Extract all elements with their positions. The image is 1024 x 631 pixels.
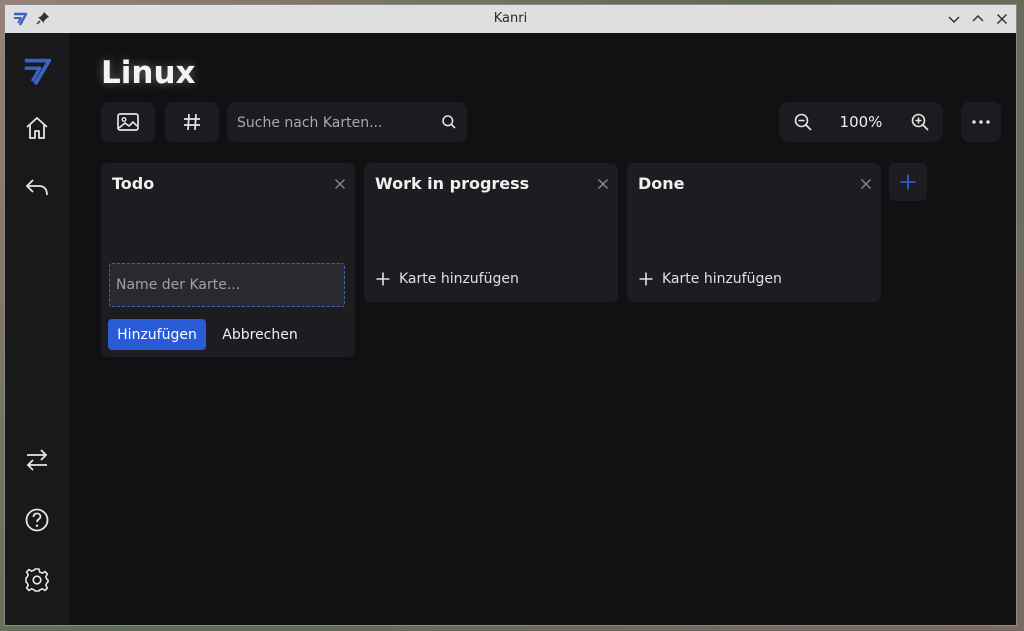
add-column-button[interactable] [889, 163, 927, 201]
hash-icon [184, 113, 200, 131]
sidebar-item-settings[interactable] [21, 564, 53, 596]
zoom-out-button[interactable] [787, 106, 819, 138]
sidebar-item-switch[interactable] [21, 444, 53, 476]
sidebar-logo[interactable] [21, 55, 53, 87]
zoom-in-icon [911, 113, 929, 131]
sidebar-item-home[interactable] [21, 112, 53, 144]
zoom-in-button[interactable] [904, 106, 936, 138]
cancel-button[interactable]: Abbrechen [215, 319, 305, 350]
column-todo: Todo Hinzufügen Abbrechen [101, 163, 355, 357]
board-view: Linux Suche nach Karten... 100% Todo Nam… [69, 33, 1016, 625]
search-box [227, 102, 467, 144]
window-title: Kanri [493, 11, 528, 26]
close-icon[interactable] [859, 177, 873, 191]
zoom-controls: 100% [779, 102, 943, 142]
image-icon [117, 113, 139, 131]
column-work-in-progress: Work in progress Karte hinzufügen [364, 163, 618, 302]
search-icon[interactable] [441, 114, 457, 130]
help-icon [25, 508, 49, 532]
column-done: Done Karte hinzufügen [627, 163, 881, 302]
plus-icon [900, 174, 916, 190]
chevron-down-icon[interactable] [946, 11, 962, 27]
background-image-button[interactable] [101, 102, 155, 142]
sidebar-item-back[interactable] [21, 172, 53, 204]
plus-icon [376, 272, 390, 286]
close-icon[interactable] [994, 11, 1010, 27]
close-icon[interactable] [333, 177, 347, 191]
more-options-button[interactable] [961, 102, 1001, 142]
plus-icon [639, 272, 653, 286]
app-window: Kanri Linux Suche nach Karten... 100% To… [4, 4, 1017, 626]
sidebar [5, 33, 69, 625]
add-card-confirm-button[interactable]: Hinzufügen [108, 319, 206, 350]
column-title[interactable]: Todo [112, 174, 154, 193]
tags-button[interactable] [165, 102, 219, 142]
board-title[interactable]: Linux [101, 55, 196, 91]
back-arrow-icon [25, 179, 48, 196]
column-title[interactable]: Work in progress [375, 174, 529, 193]
more-horizontal-icon [972, 120, 990, 124]
gear-icon [25, 568, 49, 592]
add-card-label: Karte hinzufügen [662, 271, 782, 287]
add-card-label: Karte hinzufügen [399, 271, 519, 287]
close-icon[interactable] [596, 177, 610, 191]
add-card-button[interactable]: Karte hinzufügen [375, 267, 519, 291]
card-name-input[interactable] [109, 263, 345, 307]
column-title[interactable]: Done [638, 174, 685, 193]
add-card-button[interactable]: Karte hinzufügen [638, 267, 782, 291]
zoom-level: 100% [839, 113, 883, 131]
title-bar[interactable]: Kanri [5, 5, 1016, 33]
kanri-logo-icon [24, 58, 52, 86]
chevron-up-icon[interactable] [970, 11, 986, 27]
sidebar-item-help[interactable] [21, 504, 53, 536]
home-icon [26, 117, 48, 139]
swap-arrows-icon [26, 449, 48, 471]
zoom-out-icon [794, 113, 812, 131]
search-input[interactable] [235, 102, 434, 144]
